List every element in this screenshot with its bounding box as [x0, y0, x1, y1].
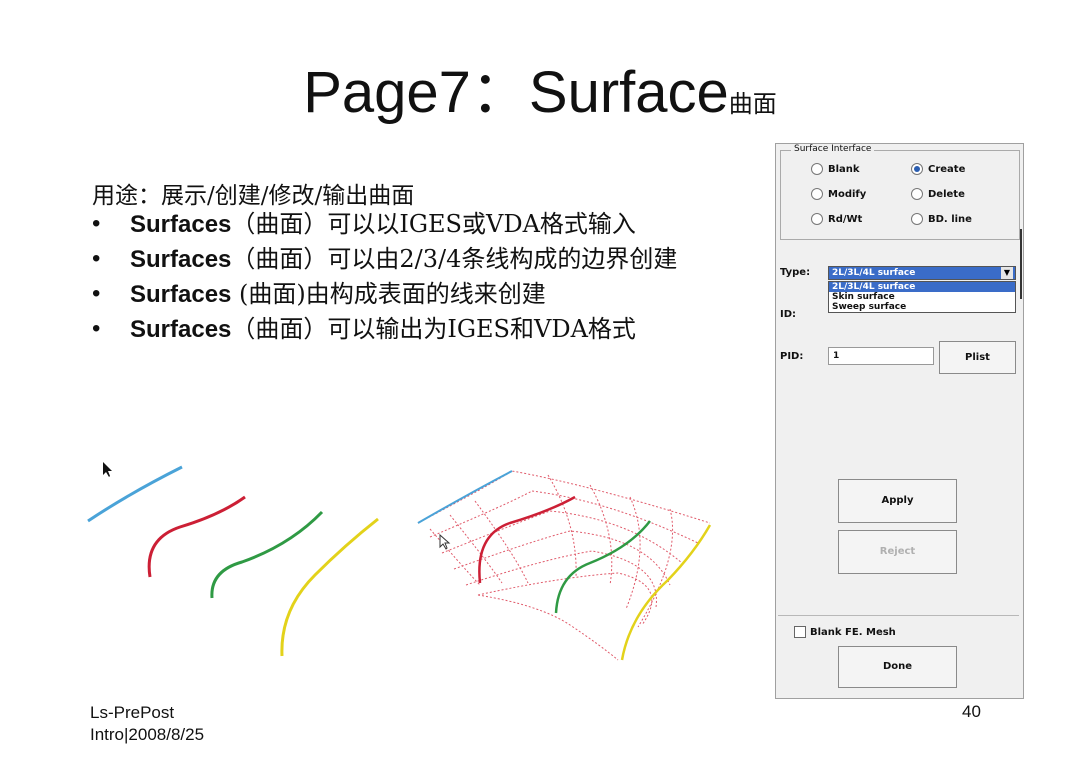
bullet-rest: （曲面）可以由2/3/4条线构成的边界创建 — [231, 245, 678, 273]
type-label: Type: — [780, 267, 811, 278]
dropdown-option[interactable]: Sweep surface — [829, 302, 1015, 312]
radio-icon — [911, 163, 923, 175]
radio-rdwt[interactable]: Rd/Wt — [811, 213, 862, 225]
radio-icon — [811, 163, 823, 175]
bullet-bold: Surfaces — [130, 316, 232, 343]
bullet-dot: • — [92, 210, 101, 237]
checkbox-icon — [794, 626, 806, 638]
blank-fe-mesh-checkbox[interactable]: Blank FE. Mesh — [794, 626, 896, 638]
footer-title: Ls-PrePost — [90, 703, 175, 722]
bullet-dot: • — [92, 315, 101, 342]
scrollbar[interactable] — [1020, 229, 1022, 299]
done-button[interactable]: Done — [838, 646, 957, 688]
radio-label: Delete — [928, 188, 965, 200]
radio-label: Blank — [828, 163, 860, 175]
bullet-dot: • — [92, 280, 101, 307]
radio-label: Modify — [828, 188, 867, 200]
footer: Ls-PrePost Intro|2008/8/25 — [90, 702, 204, 746]
apply-button[interactable]: Apply — [838, 479, 957, 523]
slide-title-sub: 曲面 — [728, 90, 777, 118]
cursor-icon — [103, 462, 112, 477]
surface-edge-yellow — [620, 524, 712, 661]
reject-button[interactable]: Reject — [838, 530, 957, 574]
radio-create[interactable]: Create — [911, 163, 965, 175]
bullet-rest: (曲面)由构成表面的线来创建 — [231, 280, 546, 308]
slide-title-main: Page7：Surface — [303, 60, 729, 125]
radio-bd-line[interactable]: BD. line — [911, 213, 972, 225]
curve-yellow — [280, 517, 379, 657]
dropdown-option[interactable]: Skin surface — [829, 292, 1015, 302]
surface-interface-panel: Surface Interface Blank Create Modify De… — [775, 143, 1024, 699]
radio-icon — [911, 213, 923, 225]
curve-blue — [87, 465, 183, 523]
bullet-bold: Surfaces — [130, 281, 232, 308]
bullet-item: • Surfaces（曲面）可以以IGES或VDA格式输入 — [90, 210, 730, 239]
type-select[interactable]: 2L/3L/4L surface ▼ — [828, 266, 1016, 280]
surface-edge-red — [478, 495, 576, 584]
dropdown-arrow-icon[interactable]: ▼ — [1001, 267, 1013, 279]
surface-interface-group: Surface Interface Blank Create Modify De… — [780, 144, 1020, 240]
radio-blank[interactable]: Blank — [811, 163, 860, 175]
bullet-bold: Surfaces — [130, 246, 232, 273]
bullet-item: • Surfaces（曲面）可以输出为IGES和VDA格式 — [90, 315, 730, 344]
radio-delete[interactable]: Delete — [911, 188, 965, 200]
pid-label: PID: — [780, 351, 804, 362]
checkbox-label: Blank FE. Mesh — [810, 626, 896, 638]
cursor-icon — [439, 533, 451, 550]
radio-icon — [811, 188, 823, 200]
surface-edge-blue — [417, 470, 513, 524]
radio-label: BD. line — [928, 213, 972, 225]
radio-icon — [811, 213, 823, 225]
surface-mesh — [417, 470, 711, 661]
bullet-item: • Surfaces (曲面)由构成表面的线来创建 — [90, 280, 730, 309]
bullet-item: • Surfaces（曲面）可以由2/3/4条线构成的边界创建 — [90, 245, 730, 274]
pid-input[interactable]: 1 — [828, 347, 934, 365]
slide-title: Page7：Surface曲面 — [0, 58, 1080, 139]
bullet-rest: （曲面）可以以IGES或VDA格式输入 — [231, 210, 636, 238]
group-title: Surface Interface — [791, 144, 875, 154]
bullet-dot: • — [92, 245, 101, 272]
surface-illustration — [87, 462, 712, 661]
page-number: 40 — [962, 702, 981, 721]
radio-label: Create — [928, 163, 966, 175]
radio-icon — [911, 188, 923, 200]
radio-modify[interactable]: Modify — [811, 188, 866, 200]
type-select-value: 2L/3L/4L surface — [832, 268, 916, 278]
type-dropdown-list: 2L/3L/4L surface Skin surface Sweep surf… — [828, 281, 1016, 313]
dropdown-option[interactable]: 2L/3L/4L surface — [829, 282, 1015, 292]
surface-edge-green — [554, 520, 651, 614]
plist-button[interactable]: Plist — [939, 341, 1016, 374]
bullet-rest: （曲面）可以输出为IGES和VDA格式 — [231, 315, 636, 343]
bullet-list: • Surfaces（曲面）可以以IGES或VDA格式输入 • Surfaces（曲… — [90, 210, 730, 350]
radio-label: Rd/Wt — [828, 213, 863, 225]
purpose-text: 用途：展示/创建/修改/输出曲面 — [92, 183, 415, 209]
divider — [778, 615, 1019, 616]
bullet-bold: Surfaces — [130, 211, 232, 238]
id-label: ID: — [780, 309, 797, 320]
footer-date: Intro|2008/8/25 — [90, 725, 205, 744]
